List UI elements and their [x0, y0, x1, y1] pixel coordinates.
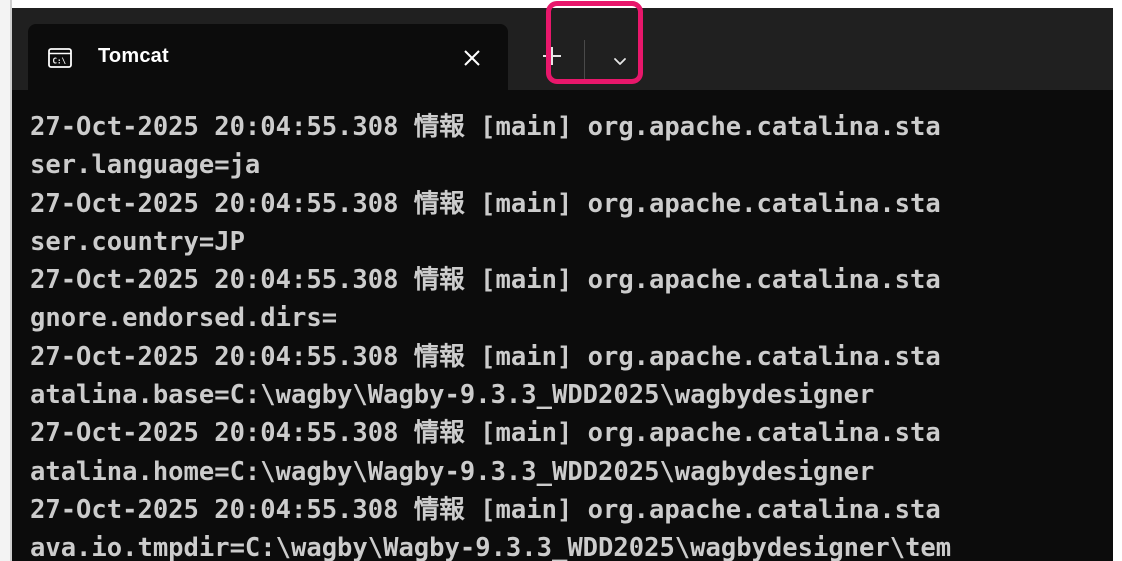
plus-icon — [543, 47, 561, 65]
terminal-line: 27-Oct-2025 20:04:55.308 情報 [main] org.a… — [30, 265, 941, 296]
tab-title: Tomcat — [98, 45, 169, 67]
terminal-line: ser.language=ja — [30, 150, 261, 181]
terminal-window: C:\ Tomcat 27-Oct-2025 20:04:55.308 情報 [… — [12, 8, 1113, 561]
terminal-line: 27-Oct-2025 20:04:55.308 情報 [main] org.a… — [30, 494, 941, 525]
title-bar[interactable]: C:\ Tomcat — [12, 8, 1113, 90]
svg-text:C:\: C:\ — [53, 57, 67, 66]
toolbar-divider — [584, 40, 585, 80]
terminal-line: ava.io.tmpdir=C:\wagby\Wagby-9.3.3_WDD20… — [30, 533, 952, 561]
terminal-line: atalina.base=C:\wagby\Wagby-9.3.3_WDD202… — [30, 380, 875, 411]
terminal-line: 27-Oct-2025 20:04:55.308 情報 [main] org.a… — [30, 188, 941, 219]
terminal-line: ser.country=JP — [30, 226, 245, 257]
new-tab-button[interactable] — [534, 38, 570, 74]
terminal-lines: 27-Oct-2025 20:04:55.308 情報 [main] org.a… — [30, 108, 1113, 561]
terminal-output[interactable]: 27-Oct-2025 20:04:55.308 情報 [main] org.a… — [12, 90, 1113, 561]
tab-tomcat[interactable]: C:\ Tomcat — [28, 24, 508, 90]
terminal-line: 27-Oct-2025 20:04:55.308 情報 [main] org.a… — [30, 112, 941, 142]
terminal-line: atalina.home=C:\wagby\Wagby-9.3.3_WDD202… — [30, 456, 875, 487]
left-border — [0, 0, 12, 561]
terminal-cmd-icon: C:\ — [48, 48, 72, 68]
profile-dropdown-button[interactable] — [592, 40, 648, 84]
terminal-line: gnore.endorsed.dirs= — [30, 303, 338, 334]
chevron-down-icon — [614, 58, 626, 65]
terminal-line: 27-Oct-2025 20:04:55.308 情報 [main] org.a… — [30, 418, 941, 449]
close-icon[interactable] — [456, 42, 488, 74]
terminal-line: 27-Oct-2025 20:04:55.308 情報 [main] org.a… — [30, 341, 941, 372]
